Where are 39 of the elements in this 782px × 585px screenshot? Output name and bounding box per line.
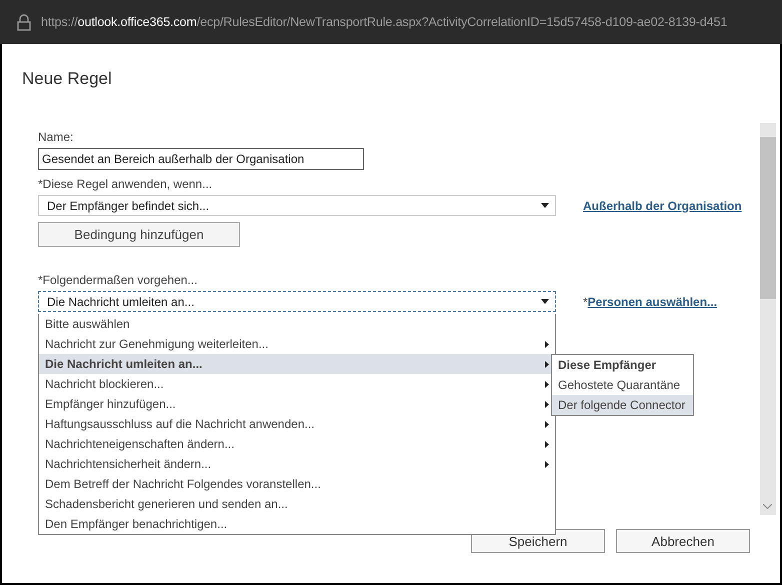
submenu-item[interactable]: Gehostete Quarantäne [552,375,693,395]
submenu-item[interactable]: Der folgende Connector [552,395,693,415]
add-condition-button[interactable]: Bedingung hinzufügen [38,222,240,247]
menu-item[interactable]: Schadensbericht generieren und senden an... [39,494,555,514]
scrollbar-thumb[interactable] [760,137,776,299]
menu-item[interactable]: Nachricht zur Genehmigung weiterleiten... [39,334,555,354]
submenu-arrow-icon [545,460,549,468]
field-label: *Folgendermaßen vorgehen... [38,273,198,287]
menu-item[interactable]: Dem Betreff der Nachricht Folgendes voranstellen... [39,474,555,494]
menu-item[interactable]: Nachricht blockieren... [39,374,555,394]
action-dropdown[interactable]: Die Nachricht umleiten an... [38,291,556,312]
condition-link[interactable]: Außerhalb der Organisation [583,198,742,212]
field-label: Name: [38,130,74,144]
menu-item[interactable]: Haftungsausschluss auf die Nachricht anwenden... [39,414,555,434]
cancel-button[interactable]: Abbrechen [616,529,750,553]
url-text: https://outlook.office365.com/ecp/RulesEditor/NewTransportRule.aspx?ActivityCorrelationID=15d57458-d109-ae02-8139-d451 [41,15,728,29]
caret-icon [541,203,549,208]
address-bar[interactable]: https://outlook.office365.com/ecp/RulesEditor/NewTransportRule.aspx?ActivityCorrelationID=15d57458-d109-ae02-8139-d451 [0,0,782,44]
menu-item[interactable]: Nachrichteneigenschaften ändern... [39,434,555,454]
required-mark: * [583,294,588,308]
submenu-arrow-icon [545,420,549,428]
menu-item[interactable]: Empfänger hinzufügen... [39,394,555,414]
lock-icon [17,14,31,30]
field-label: *Diese Regel anwenden, wenn... [38,177,214,191]
scroll-down-icon[interactable] [763,504,772,509]
name-input-field[interactable]: Gesendet an Bereich außerhalb der Organisation [38,148,364,170]
dialog-title: Neue Regel [21,68,113,90]
menu-item[interactable]: Bitte auswählen [39,314,555,334]
submenu-arrow-icon [545,360,549,368]
select-people-link[interactable]: Personen auswählen... [588,294,718,308]
submenu-arrow-icon [545,440,549,448]
scrollbar[interactable] [760,123,776,515]
submenu-item[interactable]: Diese Empfänger [552,355,693,375]
submenu-arrow-icon [545,400,549,408]
condition-dropdown[interactable]: Der Empfänger befindet sich... [38,195,556,216]
menu-item[interactable]: Nachrichtensicherheit ändern... [39,454,555,474]
caret-icon [541,299,549,304]
submenu-arrow-icon [545,340,549,348]
submenu-arrow-icon [545,380,549,388]
